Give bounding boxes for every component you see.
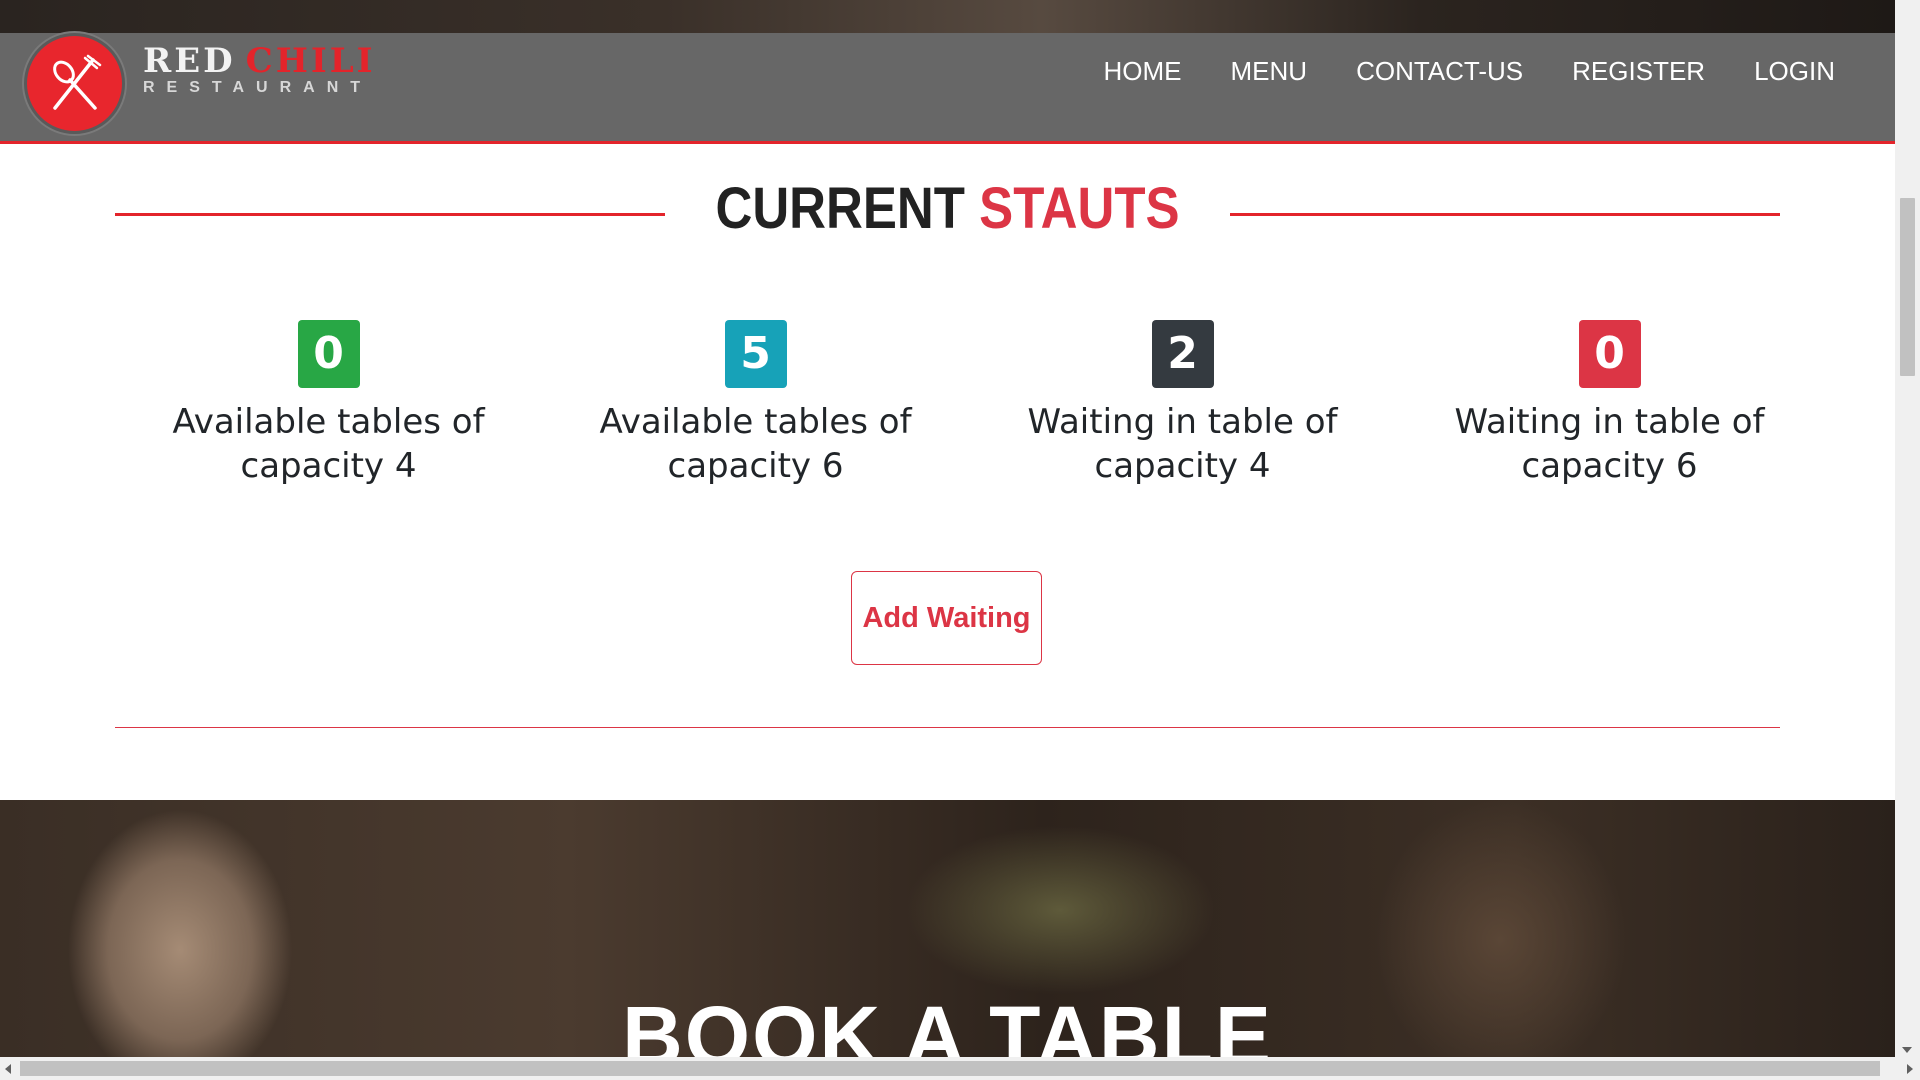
status-label: Waiting in table of capacity 6 — [1454, 402, 1765, 486]
horizontal-scrollbar-thumb[interactable] — [20, 1061, 1880, 1076]
count-badge: 0 — [297, 320, 360, 388]
status-label: Available tables of capacity 6 — [599, 402, 912, 486]
status-label: Waiting in table of capacity 4 — [1027, 402, 1338, 486]
fork-spoon-icon — [53, 54, 102, 110]
main-nav: HOME MENU CONTACT-US REGISTER LOGIN — [1104, 56, 1835, 87]
brand-name-second: CHILI — [245, 41, 376, 81]
status-card-available-4: 0 Available tables of capacity 4 — [115, 320, 542, 488]
count-badge: 2 — [1151, 320, 1214, 388]
navbar: RED CHILI RESTAURANT HOME MENU CONTACT-US… — [0, 33, 1895, 144]
section-title-accent: STAUTS — [979, 176, 1180, 241]
logo-badge[interactable] — [24, 33, 125, 134]
count-badge: 5 — [724, 320, 787, 388]
horizontal-scrollbar[interactable] — [0, 1057, 1920, 1080]
status-cards: 0 Available tables of capacity 4 5 Avail… — [115, 320, 1825, 488]
scroll-left-arrow-icon[interactable] — [5, 1064, 11, 1074]
nav-menu[interactable]: MENU — [1231, 56, 1308, 87]
vertical-scrollbar-thumb[interactable] — [1900, 198, 1915, 376]
status-section-header: CURRENT STAUTS — [115, 175, 1780, 255]
book-table-section: BOOK A TABLE — [0, 800, 1895, 1057]
book-table-title: BOOK A TABLE — [622, 989, 1273, 1057]
status-card-waiting-6: 0 Waiting in table of capacity 6 — [1396, 320, 1823, 488]
section-title: CURRENT STAUTS — [215, 175, 1680, 242]
nav-login[interactable]: LOGIN — [1754, 56, 1835, 87]
brand-subtitle: RESTAURANT — [143, 79, 373, 96]
brand-name-first: RED — [143, 41, 236, 81]
status-card-available-6: 5 Available tables of capacity 6 — [542, 320, 969, 488]
nav-register[interactable]: REGISTER — [1572, 56, 1705, 87]
count-badge: 0 — [1578, 320, 1641, 388]
nav-contact-us[interactable]: CONTACT-US — [1356, 56, 1523, 87]
logo-wordmark[interactable]: RED CHILI RESTAURANT — [143, 41, 376, 97]
status-label: Available tables of capacity 4 — [172, 402, 485, 486]
nav-home[interactable]: HOME — [1104, 56, 1182, 87]
add-waiting-button[interactable]: Add Waiting — [851, 571, 1042, 665]
section-title-main: CURRENT — [715, 176, 965, 241]
section-divider — [115, 727, 1780, 728]
status-card-waiting-4: 2 Waiting in table of capacity 4 — [969, 320, 1396, 488]
vertical-scrollbar[interactable] — [1895, 0, 1920, 1057]
header-background-image — [0, 0, 1895, 33]
scroll-down-arrow-icon[interactable] — [1902, 1047, 1912, 1053]
scroll-right-arrow-icon[interactable] — [1907, 1064, 1913, 1074]
